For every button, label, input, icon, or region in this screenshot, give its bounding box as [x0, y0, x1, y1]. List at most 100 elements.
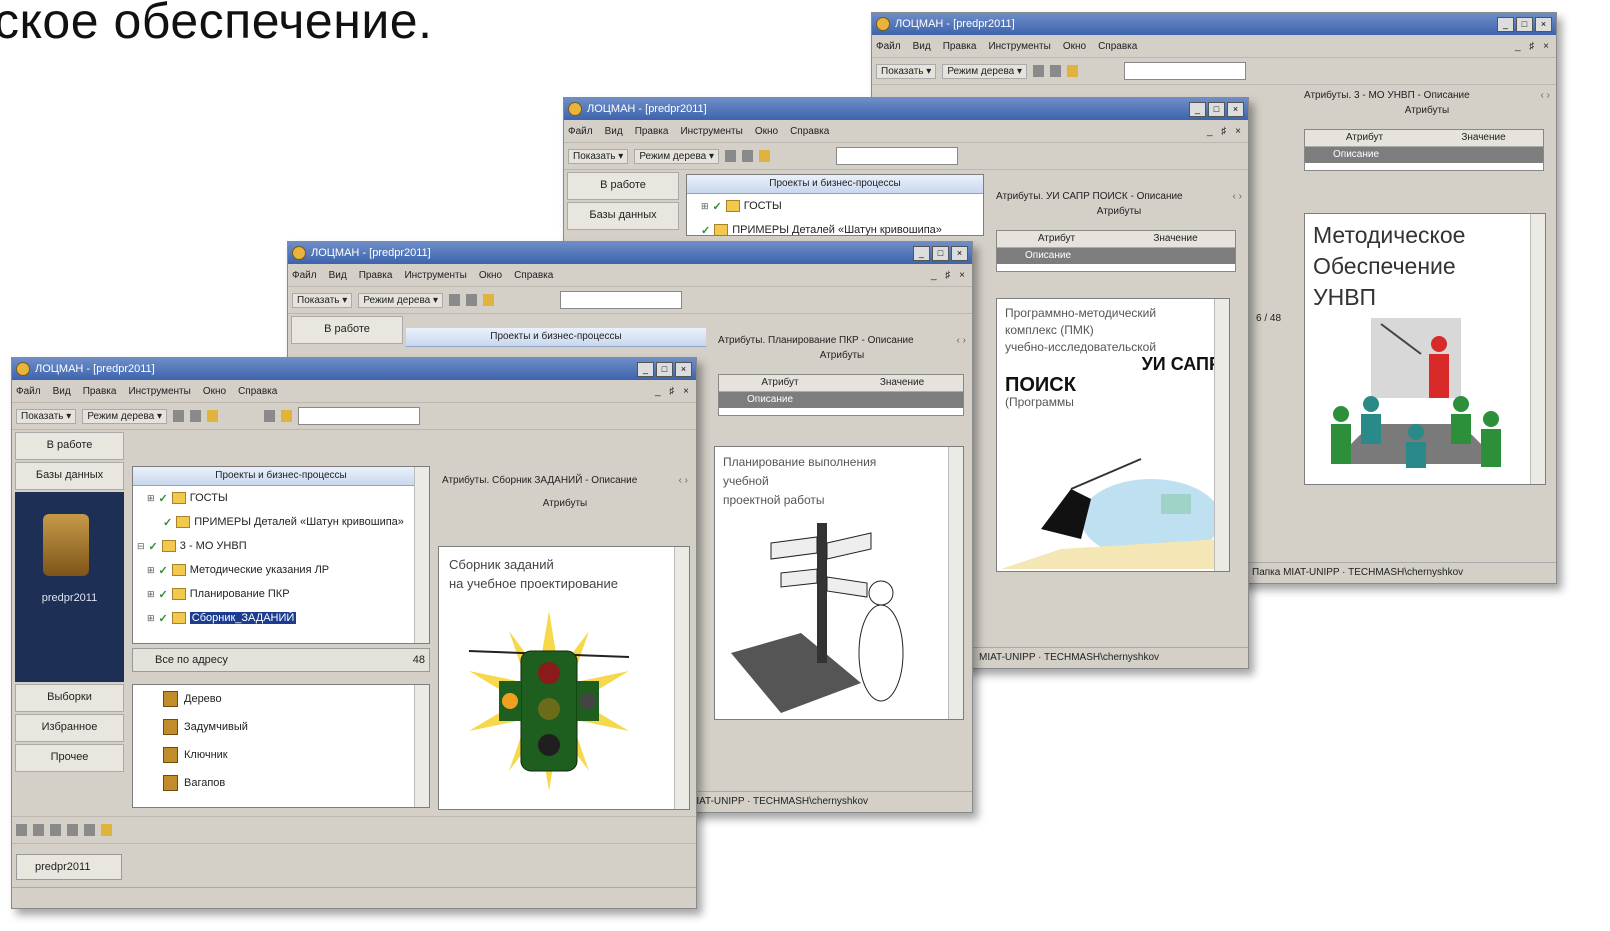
menu-window[interactable]: Окно — [1063, 41, 1086, 52]
menu-edit[interactable]: Правка — [635, 126, 669, 137]
titlebar[interactable]: ЛОЦМАН - [predpr2011] _ □ × — [288, 242, 972, 264]
menu-help[interactable]: Справка — [514, 270, 553, 281]
menu-edit[interactable]: Правка — [359, 270, 393, 281]
doc3-icon[interactable] — [50, 824, 61, 836]
minimize-button[interactable]: _ — [1497, 16, 1514, 32]
delete-icon[interactable] — [190, 410, 201, 422]
nav-arrows-icon[interactable]: ‹ › — [957, 335, 972, 346]
grid-row-description[interactable]: Описание — [1305, 147, 1543, 163]
tree-scrollbar[interactable] — [414, 467, 429, 643]
show-button[interactable]: Показать ▾ — [16, 408, 77, 424]
maximize-button[interactable]: □ — [656, 361, 673, 377]
tree-item-gosts[interactable]: ⊞ ✓ ГОСТЫ — [133, 486, 429, 510]
titlebar[interactable]: ЛОЦМАН - [predpr2011] _ □ × — [12, 358, 696, 380]
delete-icon[interactable] — [84, 824, 95, 836]
nav-other[interactable]: Прочее — [15, 744, 124, 772]
tree-item-methods[interactable]: ⊞ ✓ Методические указания ЛР — [133, 558, 429, 582]
search-combo[interactable] — [560, 291, 682, 309]
copy-icon[interactable] — [173, 410, 184, 422]
close-button[interactable]: × — [951, 245, 968, 261]
viewer-scrollbar[interactable] — [674, 547, 689, 809]
doc2-icon[interactable] — [33, 824, 44, 836]
mdi-controls[interactable]: _ ♯ × — [1515, 41, 1552, 52]
menu-file[interactable]: Файл — [292, 270, 317, 281]
search-combo[interactable] — [1124, 62, 1246, 80]
folder-icon[interactable] — [483, 294, 494, 306]
menu-help[interactable]: Справка — [1098, 41, 1137, 52]
nav-in-work[interactable]: В работе — [291, 316, 403, 344]
show-button[interactable]: Показать ▾ — [292, 292, 353, 308]
nav-arrows-icon[interactable]: ‹ › — [679, 475, 694, 486]
maximize-button[interactable]: □ — [1516, 16, 1533, 32]
menu-view[interactable]: Вид — [913, 41, 931, 52]
nav-databases[interactable]: Базы данных — [567, 202, 679, 230]
menu-tools[interactable]: Инструменты — [404, 270, 466, 281]
delete-icon[interactable] — [742, 150, 753, 162]
nav-in-work[interactable]: В работе — [15, 432, 124, 460]
close-button[interactable]: × — [1227, 101, 1244, 117]
tree-item-mo-unvp[interactable]: ⊟ ✓ 3 - МО УНВП — [133, 534, 429, 558]
menu-edit[interactable]: Правка — [943, 41, 977, 52]
list-item[interactable]: Вагапов — [133, 769, 429, 797]
doc-icon[interactable] — [16, 824, 27, 836]
menu-view[interactable]: Вид — [53, 386, 71, 397]
menu-window[interactable]: Окно — [479, 270, 502, 281]
tree-item[interactable]: ⊞ ✓ ГОСТЫ — [687, 194, 983, 218]
maximize-button[interactable]: □ — [1208, 101, 1225, 117]
copy-icon[interactable] — [725, 150, 736, 162]
folder-icon[interactable] — [207, 410, 218, 422]
tree-item-tasks[interactable]: ⊞ ✓ Сборник_ЗАДАНИЙ — [133, 606, 429, 630]
doc4-icon[interactable] — [67, 824, 78, 836]
menu-tools[interactable]: Инструменты — [988, 41, 1050, 52]
tree-item-planning[interactable]: ⊞ ✓ Планирование ПКР — [133, 582, 429, 606]
list-item[interactable]: Дерево — [133, 685, 429, 713]
delete-icon[interactable] — [1050, 65, 1061, 77]
titlebar[interactable]: ЛОЦМАН - [predpr2011] _ □ × — [564, 98, 1248, 120]
folder-icon[interactable] — [759, 150, 770, 162]
tree-mode-button[interactable]: Режим дерева ▾ — [942, 63, 1027, 79]
delete-icon[interactable] — [466, 294, 477, 306]
list-item[interactable]: Ключник — [133, 741, 429, 769]
nav-in-work[interactable]: В работе — [567, 172, 679, 200]
search-combo[interactable] — [298, 407, 420, 425]
minimize-button[interactable]: _ — [913, 245, 930, 261]
mdi-controls[interactable]: _ ♯ × — [931, 270, 968, 281]
grid-row-description[interactable]: Описание — [997, 248, 1235, 264]
list-item[interactable]: Задумчивый — [133, 713, 429, 741]
search-combo[interactable] — [836, 147, 958, 165]
close-button[interactable]: × — [1535, 16, 1552, 32]
viewer-scrollbar[interactable] — [1214, 299, 1229, 571]
nav-favorites[interactable]: Избранное — [15, 714, 124, 742]
menu-file[interactable]: Файл — [16, 386, 41, 397]
tree-item[interactable]: ✓ ПРИМЕРЫ Деталей «Шатун кривошипа» — [687, 218, 983, 235]
menu-edit[interactable]: Правка — [83, 386, 117, 397]
menu-help[interactable]: Справка — [238, 386, 277, 397]
menu-tools[interactable]: Инструменты — [128, 386, 190, 397]
mdi-controls[interactable]: _ ♯ × — [655, 386, 692, 397]
menu-window[interactable]: Окно — [755, 126, 778, 137]
minimize-button[interactable]: _ — [1189, 101, 1206, 117]
folder-icon[interactable] — [101, 824, 112, 836]
menu-view[interactable]: Вид — [605, 126, 623, 137]
tree-mode-button[interactable]: Режим дерева ▾ — [634, 148, 719, 164]
viewer-scrollbar[interactable] — [948, 447, 963, 719]
database-icon[interactable] — [43, 514, 89, 576]
menu-help[interactable]: Справка — [790, 126, 829, 137]
menu-file[interactable]: Файл — [876, 41, 901, 52]
nav-arrows-icon[interactable]: ‹ › — [1541, 90, 1556, 101]
show-button[interactable]: Показать ▾ — [568, 148, 629, 164]
show-button[interactable]: Показать ▾ — [876, 63, 937, 79]
maximize-button[interactable]: □ — [932, 245, 949, 261]
tree-item-examples[interactable]: ✓ ПРИМЕРЫ Деталей «Шатун кривошипа» — [133, 510, 429, 534]
nav-arrows-icon[interactable]: ‹ › — [1233, 191, 1248, 202]
menu-view[interactable]: Вид — [329, 270, 347, 281]
titlebar[interactable]: ЛОЦМАН - [predpr2011] _ □ × — [872, 13, 1556, 35]
minimize-button[interactable]: _ — [637, 361, 654, 377]
paste-icon[interactable] — [281, 410, 292, 422]
taskbar-item[interactable]: predpr2011 — [16, 854, 122, 880]
folder-icon[interactable] — [1067, 65, 1078, 77]
tree-mode-button[interactable]: Режим дерева ▾ — [358, 292, 443, 308]
nav-selections[interactable]: Выборки — [15, 684, 124, 712]
list-scrollbar[interactable] — [414, 685, 429, 807]
viewer-scrollbar[interactable] — [1530, 214, 1545, 484]
